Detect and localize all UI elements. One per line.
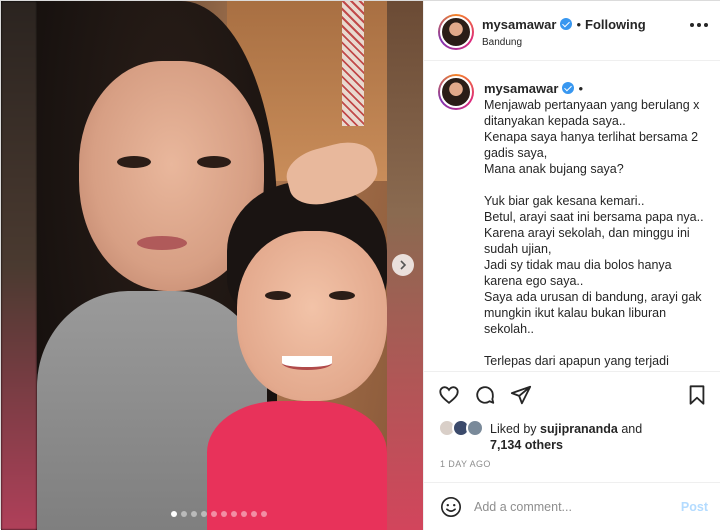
comment-input[interactable] [474,497,664,517]
post-side-panel: mysamawar • Following Bandung mysamawar • M… [423,1,720,530]
heart-icon [439,386,459,404]
liker-avatars [438,419,488,439]
likes-count-link[interactable]: 7,134 others [490,438,563,452]
save-button[interactable] [686,384,708,406]
separator: • [578,81,584,96]
caption-avatar[interactable] [438,74,474,110]
verified-badge-icon [562,82,575,94]
separator: • [576,17,582,32]
like-button[interactable] [438,384,460,406]
carousel-dot [191,511,197,517]
post-modal: mysamawar • Following Bandung mysamawar • M… [0,0,720,530]
action-bar [424,371,720,417]
liked-by-user-link[interactable]: sujiprananda [540,422,618,436]
share-button[interactable] [510,384,532,406]
comment-icon [476,386,495,404]
comment-button[interactable] [474,384,496,406]
caption-username[interactable]: mysamawar [484,81,558,96]
likes-summary: Liked by sujiprananda and 7,134 others [438,419,708,459]
post-media [1,1,423,530]
caption-section: mysamawar • Menjawab pertanyaan yang beru… [424,62,720,370]
location-link[interactable]: Bandung [482,37,522,48]
carousel-dot [231,511,237,517]
post-comment-button[interactable]: Post [681,500,708,514]
header-username[interactable]: mysamawar [482,17,556,32]
carousel-next-button[interactable] [392,254,414,276]
following-button[interactable]: Following [585,17,646,32]
smiley-icon [441,497,461,517]
carousel-dot [171,511,177,517]
comment-bar: Post [424,482,720,530]
verified-badge-icon [560,18,573,30]
chevron-right-icon [400,260,407,270]
more-options-icon[interactable] [690,23,708,27]
likes-text: Liked by sujiprananda and 7,134 others [490,422,643,452]
carousel-dot [181,511,187,517]
carousel-dot [221,511,227,517]
carousel-dot [251,511,257,517]
caption-text: Menjawab pertanyaan yang berulang x dita… [484,98,704,368]
post-photo[interactable] [37,1,387,530]
emoji-button[interactable] [440,496,462,518]
avatar[interactable] [438,14,474,50]
avatar [466,419,484,437]
carousel-dot [261,511,267,517]
post-timestamp[interactable]: 1 DAY AGO [440,459,491,469]
carousel-dot [241,511,247,517]
share-icon [510,385,532,405]
carousel-dot [201,511,207,517]
post-header: mysamawar • Following Bandung [424,1,720,61]
bookmark-icon [689,385,705,405]
carousel-indicator [171,511,267,517]
carousel-dot [211,511,217,517]
carousel-prev-peek [1,1,37,530]
